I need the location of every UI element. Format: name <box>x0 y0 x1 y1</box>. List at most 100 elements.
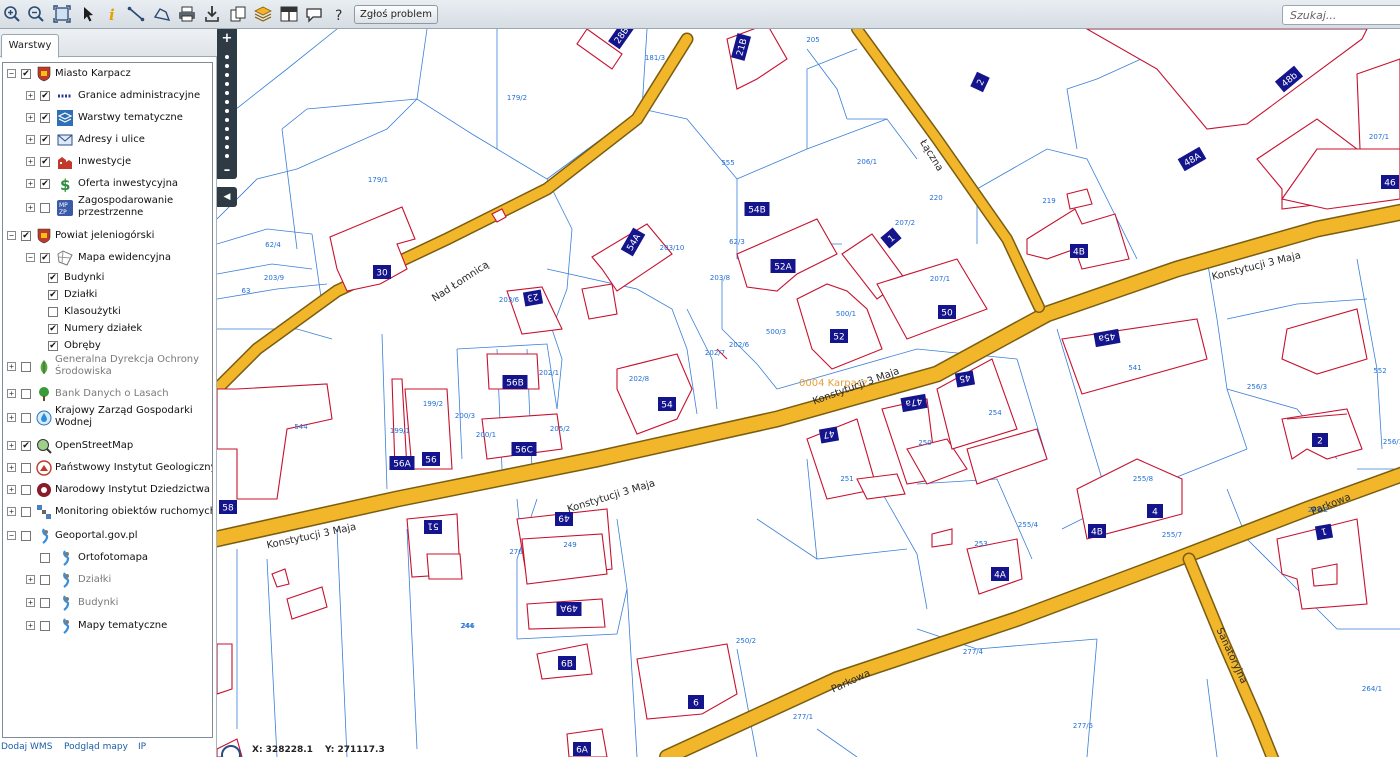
expand-icon[interactable]: + <box>7 463 16 472</box>
zoom-level-dot[interactable] <box>225 73 229 77</box>
add-wms-link[interactable]: Dodaj WMS <box>1 742 52 752</box>
expand-icon[interactable]: + <box>7 507 16 516</box>
layer-label[interactable]: Granice administracyjne <box>78 90 200 102</box>
layer-label[interactable]: Inwestycje <box>78 156 131 168</box>
zoom-level-dot[interactable] <box>225 127 229 131</box>
layer-row[interactable]: − ✔ Powiat jeleniogórski <box>3 226 212 246</box>
layer-checkbox[interactable] <box>40 598 50 608</box>
expand-icon[interactable]: + <box>26 575 35 584</box>
layer-row[interactable]: − ✔ Mapa ewidencyjna <box>3 248 212 268</box>
layer-checkbox[interactable] <box>21 507 31 517</box>
layer-row[interactable]: ✔ Obręby <box>3 336 212 356</box>
layer-label[interactable]: Geoportal.gov.pl <box>55 530 138 542</box>
layer-checkbox[interactable]: ✔ <box>40 179 50 189</box>
layer-checkbox[interactable] <box>40 553 50 563</box>
layer-row[interactable]: + Mapy tematyczne <box>3 616 212 636</box>
report-problem-button[interactable]: Zgłoś problem <box>354 5 438 24</box>
map-canvas[interactable]: 0004 Karpacz 181/3205179/2555179/1206/12… <box>217 29 1400 757</box>
layer-label[interactable]: Generalna Dyrekcja Ochrony Środowiska <box>55 354 208 378</box>
collapse-icon[interactable]: − <box>7 69 16 78</box>
layer-label[interactable]: Numery działek <box>64 323 142 335</box>
expand-icon[interactable]: + <box>26 135 35 144</box>
expand-icon[interactable]: + <box>26 179 35 188</box>
expand-icon[interactable]: + <box>26 91 35 100</box>
layer-checkbox[interactable]: ✔ <box>40 91 50 101</box>
layer-checkbox[interactable]: ✔ <box>21 441 31 451</box>
layer-label[interactable]: Narodowy Instytut Dziedzictwa <box>55 484 210 496</box>
layer-label[interactable]: Działki <box>64 289 97 301</box>
layer-label[interactable]: Bank Danych o Lasach <box>55 388 169 400</box>
layer-label[interactable]: Oferta inwestycyjna <box>78 178 178 190</box>
layer-checkbox[interactable] <box>21 463 31 473</box>
layer-checkbox[interactable] <box>21 531 31 541</box>
zoom-level-dot[interactable] <box>225 145 229 149</box>
zoom-level-dot[interactable] <box>225 91 229 95</box>
layout-icon[interactable] <box>279 4 299 24</box>
layer-label[interactable]: Monitoring obiektów ruchomych <box>55 506 212 518</box>
layer-row[interactable]: + Krajowy Zarząd Gospodarki Wodnej <box>3 405 212 428</box>
layer-checkbox[interactable] <box>21 362 31 372</box>
zoom-level-dot[interactable] <box>225 82 229 86</box>
zoom-level-dot[interactable] <box>225 118 229 122</box>
layer-row[interactable]: + Monitoring obiektów ruchomych <box>3 502 212 522</box>
layer-label[interactable]: Adresy i ulice <box>78 134 145 146</box>
layer-row[interactable]: + ✔ Inwestycje <box>3 152 212 172</box>
pointer-icon[interactable] <box>78 4 98 24</box>
measure-line-icon[interactable] <box>126 4 146 24</box>
expand-icon[interactable]: + <box>7 485 16 494</box>
zoom-in-button[interactable]: + <box>217 32 237 46</box>
tab-layers[interactable]: Warstwy <box>1 34 59 58</box>
layers-icon[interactable] <box>253 4 273 24</box>
expand-icon[interactable]: + <box>7 389 16 398</box>
ip-link[interactable]: IP <box>138 742 146 752</box>
expand-icon[interactable]: + <box>26 203 35 212</box>
download-icon[interactable] <box>202 4 222 24</box>
zoom-extent-icon[interactable] <box>52 4 72 24</box>
zoom-level-dot[interactable] <box>225 100 229 104</box>
expand-icon[interactable]: + <box>26 113 35 122</box>
copy-icon[interactable] <box>228 4 248 24</box>
layer-checkbox[interactable] <box>48 307 58 317</box>
layer-label[interactable]: Miasto Karpacz <box>55 68 131 80</box>
layer-row[interactable]: + Budynki <box>3 593 212 613</box>
collapse-icon[interactable]: − <box>7 231 16 240</box>
expand-icon[interactable]: + <box>26 598 35 607</box>
help-icon[interactable]: ? <box>329 4 349 24</box>
zoom-level-dot[interactable] <box>225 64 229 68</box>
layer-checkbox[interactable]: ✔ <box>48 324 58 334</box>
layer-checkbox[interactable] <box>40 575 50 585</box>
layer-row[interactable]: + Państwowy Instytut Geologiczny <box>3 458 212 478</box>
layer-label[interactable]: Warstwy tematyczne <box>78 112 183 124</box>
layer-checkbox[interactable] <box>21 413 31 423</box>
zoom-out-button[interactable]: – <box>217 164 237 178</box>
layer-row[interactable]: + ✔ OpenStreetMap <box>3 436 212 456</box>
layer-row[interactable]: − Geoportal.gov.pl <box>3 526 212 546</box>
layer-row[interactable]: − ✔ Miasto Karpacz <box>3 64 212 84</box>
expand-icon[interactable]: + <box>7 362 16 371</box>
layer-label[interactable]: Klasoużytki <box>64 306 121 318</box>
zoom-level-dot[interactable] <box>225 55 229 59</box>
expand-icon[interactable]: + <box>7 441 16 450</box>
layer-row[interactable]: + Generalna Dyrekcja Ochrony Środowiska <box>3 354 212 378</box>
zoom-out-icon[interactable] <box>26 4 46 24</box>
layer-label[interactable]: Państwowy Instytut Geologiczny <box>55 462 212 474</box>
layer-label[interactable]: Budynki <box>78 597 118 609</box>
layer-label[interactable]: Mapy tematyczne <box>78 620 167 632</box>
zoom-level-dot[interactable] <box>225 154 229 158</box>
collapse-icon[interactable]: − <box>26 253 35 262</box>
zoom-level-dot[interactable] <box>225 136 229 140</box>
layer-label[interactable]: Zagospodarowanie przestrzenne <box>78 195 208 219</box>
layer-row[interactable]: + ✔ Granice administracyjne <box>3 86 212 106</box>
layer-row[interactable]: + Działki <box>3 570 212 590</box>
comment-icon[interactable] <box>304 4 324 24</box>
expand-icon[interactable]: + <box>26 157 35 166</box>
map-preview-link[interactable]: Podgląd mapy <box>64 742 128 752</box>
expand-icon[interactable]: + <box>7 413 16 422</box>
layer-checkbox[interactable]: ✔ <box>21 231 31 241</box>
measure-area-icon[interactable] <box>152 4 172 24</box>
layer-label[interactable]: OpenStreetMap <box>55 440 133 452</box>
layer-checkbox[interactable]: ✔ <box>40 157 50 167</box>
layer-checkbox[interactable] <box>21 485 31 495</box>
zoom-level-dot[interactable] <box>225 109 229 113</box>
layer-label[interactable]: Powiat jeleniogórski <box>55 230 154 242</box>
